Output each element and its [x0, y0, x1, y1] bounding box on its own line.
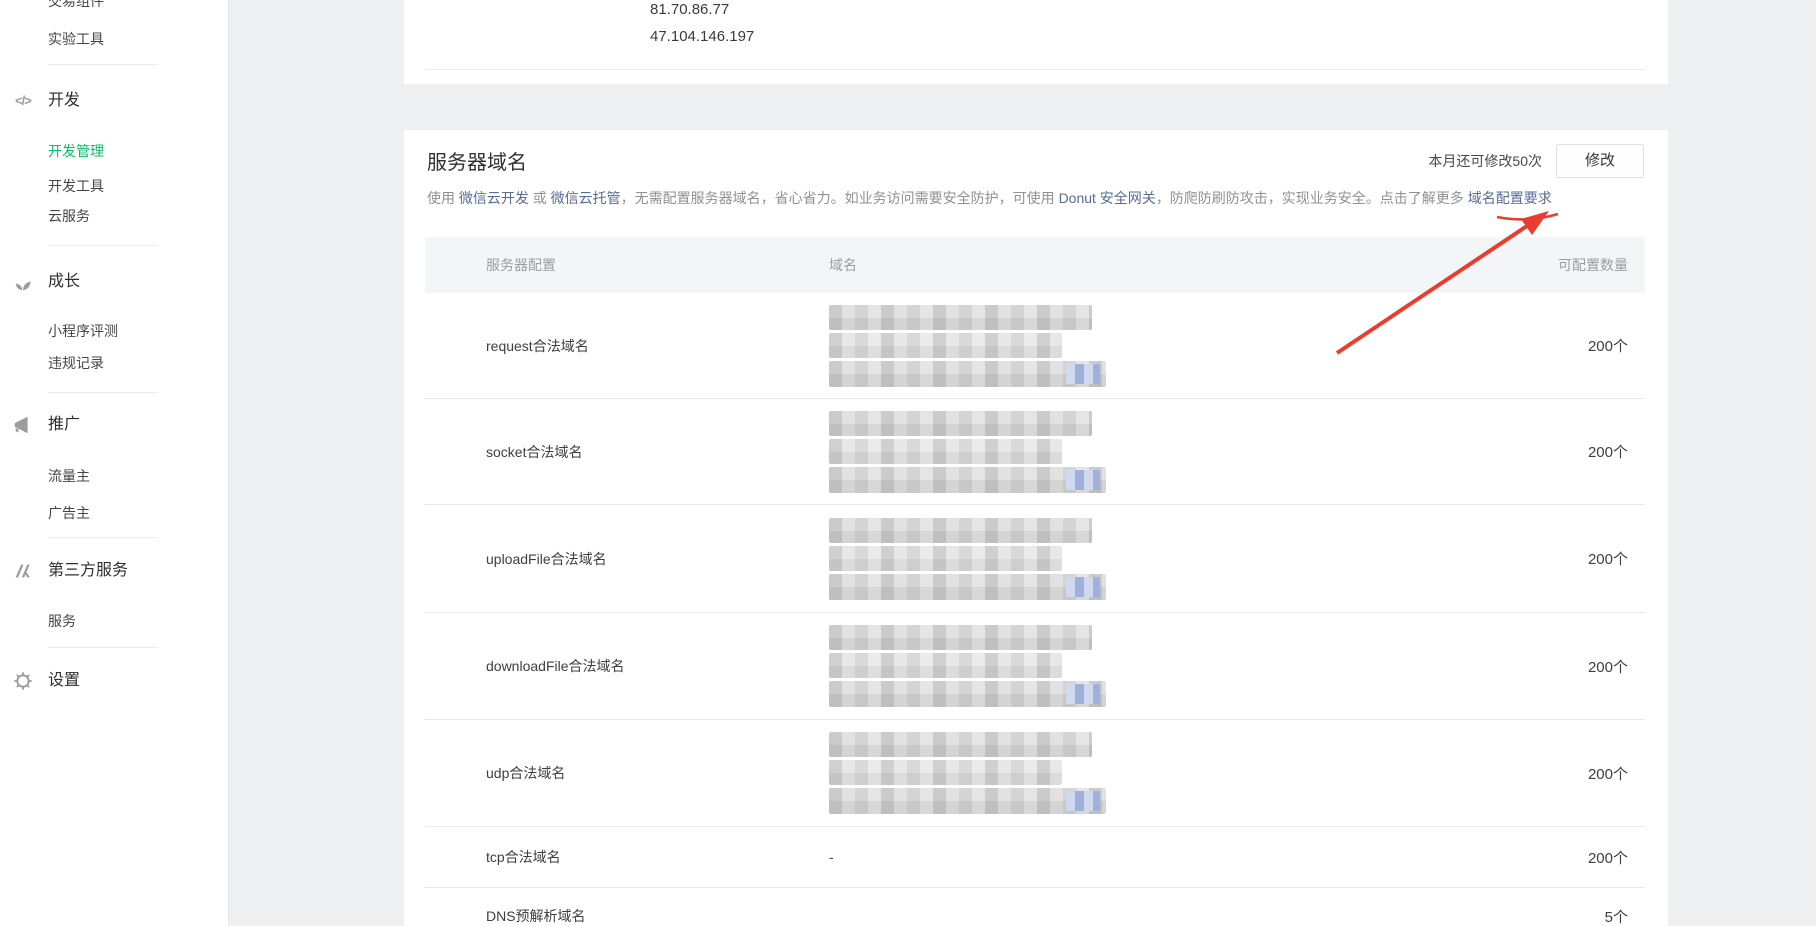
quota-area: 本月还可修改50次 修改 [1428, 144, 1644, 178]
redacted-domains [829, 518, 1113, 600]
sidebar-item-label: 开发管理 [48, 141, 104, 161]
row-count: 5个 [1465, 906, 1645, 926]
cloud-dev-link[interactable]: 微信云开发 [459, 190, 529, 206]
row-count: 200个 [1465, 441, 1645, 462]
row-domain-cell [829, 625, 1465, 707]
row-config-label: tcp合法域名 [425, 847, 829, 867]
table-header: 服务器配置 域名 可配置数量 [425, 237, 1645, 293]
row-config-label: socket合法域名 [425, 442, 829, 462]
sidebar-divider [48, 392, 158, 393]
sidebar-item-label: 开发工具 [48, 176, 104, 196]
weixin-mp-console: 交易组件 实验工具 </> 开发 开发管理 开发工具 云服务 成长 小程序评测 [0, 0, 1816, 926]
table-row: socket合法域名 200个 [425, 399, 1645, 505]
row-domain-cell [829, 518, 1465, 600]
sidebar-section-label: 推广 [48, 413, 80, 437]
row-count: 200个 [1465, 763, 1645, 784]
megaphone-icon [12, 414, 34, 436]
third-party-icon [12, 560, 34, 582]
modify-button[interactable]: 修改 [1556, 144, 1644, 178]
row-config-label: request合法域名 [425, 336, 829, 356]
sidebar-section-label: 第三方服务 [48, 559, 128, 583]
divider [425, 69, 1645, 70]
table-row: DNS预解析域名 5个 [425, 888, 1645, 926]
sprout-icon [12, 271, 34, 293]
server-domain-table: 服务器配置 域名 可配置数量 request合法域名 200个 socket合法… [425, 237, 1645, 926]
sidebar-item-label: 实验工具 [48, 29, 104, 49]
row-config-label: udp合法域名 [425, 763, 829, 783]
ip-address: 81.70.86.77 [650, 0, 729, 21]
sidebar-item-label: 交易组件 [48, 0, 104, 11]
sidebar-item-label: 违规记录 [48, 353, 104, 373]
sidebar-divider [48, 245, 158, 246]
header-server-config: 服务器配置 [425, 255, 829, 275]
sidebar-item-label: 服务 [48, 611, 76, 631]
desc-text: 或 [529, 190, 551, 206]
table-row: downloadFile合法域名 200个 [425, 613, 1645, 720]
quota-remaining-text: 本月还可修改50次 [1428, 151, 1542, 171]
desc-text: 使用 [427, 190, 459, 206]
code-icon: </> [12, 90, 34, 112]
desc-text: ，防爬防刷防攻击，实现业务安全。点击了解更多 [1156, 190, 1468, 206]
redacted-domains [829, 411, 1113, 493]
row-config-label: downloadFile合法域名 [425, 656, 829, 676]
table-row: request合法域名 200个 [425, 293, 1645, 399]
ip-address: 47.104.146.197 [650, 26, 754, 48]
domain-description: 使用 微信云开发 或 微信云托管，无需配置服务器域名，省心省力。如业务访问需要安… [427, 188, 1617, 208]
cloud-hosting-link[interactable]: 微信云托管 [551, 190, 621, 206]
sidebar-item-label: 小程序评测 [48, 321, 118, 341]
row-count: 200个 [1465, 656, 1645, 677]
header-config-count: 可配置数量 [1465, 255, 1645, 275]
desc-text: ，无需配置服务器域名，省心省力。如业务访问需要安全防护，可使用 [621, 190, 1059, 206]
page-title: 服务器域名 [427, 146, 527, 175]
sidebar-section-label: 开发 [48, 89, 80, 113]
row-domain-cell [829, 732, 1465, 814]
row-domain-cell: - [829, 849, 1465, 865]
row-domain-cell [829, 411, 1465, 493]
table-row: uploadFile合法域名 200个 [425, 505, 1645, 613]
sidebar-divider [48, 64, 158, 65]
row-config-label: DNS预解析域名 [425, 906, 829, 926]
server-domain-card: 服务器域名 本月还可修改50次 修改 使用 微信云开发 或 微信云托管，无需配置… [404, 130, 1668, 926]
row-config-label: uploadFile合法域名 [425, 549, 829, 569]
redacted-domains [829, 625, 1113, 707]
sidebar: 交易组件 实验工具 </> 开发 开发管理 开发工具 云服务 成长 小程序评测 [0, 0, 229, 926]
sidebar-section-label: 成长 [48, 270, 80, 294]
redacted-domains [829, 732, 1113, 814]
sidebar-divider [48, 647, 158, 648]
table-row: udp合法域名 200个 [425, 720, 1645, 827]
redacted-domains [829, 305, 1113, 387]
donut-gateway-link[interactable]: Donut 安全网关 [1059, 190, 1156, 206]
sidebar-divider [48, 537, 158, 538]
ip-list-card: 81.70.86.77 47.104.146.197 [404, 0, 1668, 84]
table-row: tcp合法域名 - 200个 [425, 827, 1645, 888]
domain-config-requirements-link[interactable]: 域名配置要求 [1468, 190, 1552, 206]
sidebar-item-label: 广告主 [48, 503, 90, 523]
sidebar-section-label: 设置 [48, 669, 80, 693]
gear-icon [12, 670, 34, 692]
header-domain: 域名 [829, 255, 1465, 275]
row-domain-cell [829, 305, 1465, 387]
row-count: 200个 [1465, 335, 1645, 356]
row-count: 200个 [1465, 548, 1645, 569]
sidebar-item-label: 流量主 [48, 466, 90, 486]
sidebar-item-label: 云服务 [48, 206, 90, 226]
row-count: 200个 [1465, 847, 1645, 868]
